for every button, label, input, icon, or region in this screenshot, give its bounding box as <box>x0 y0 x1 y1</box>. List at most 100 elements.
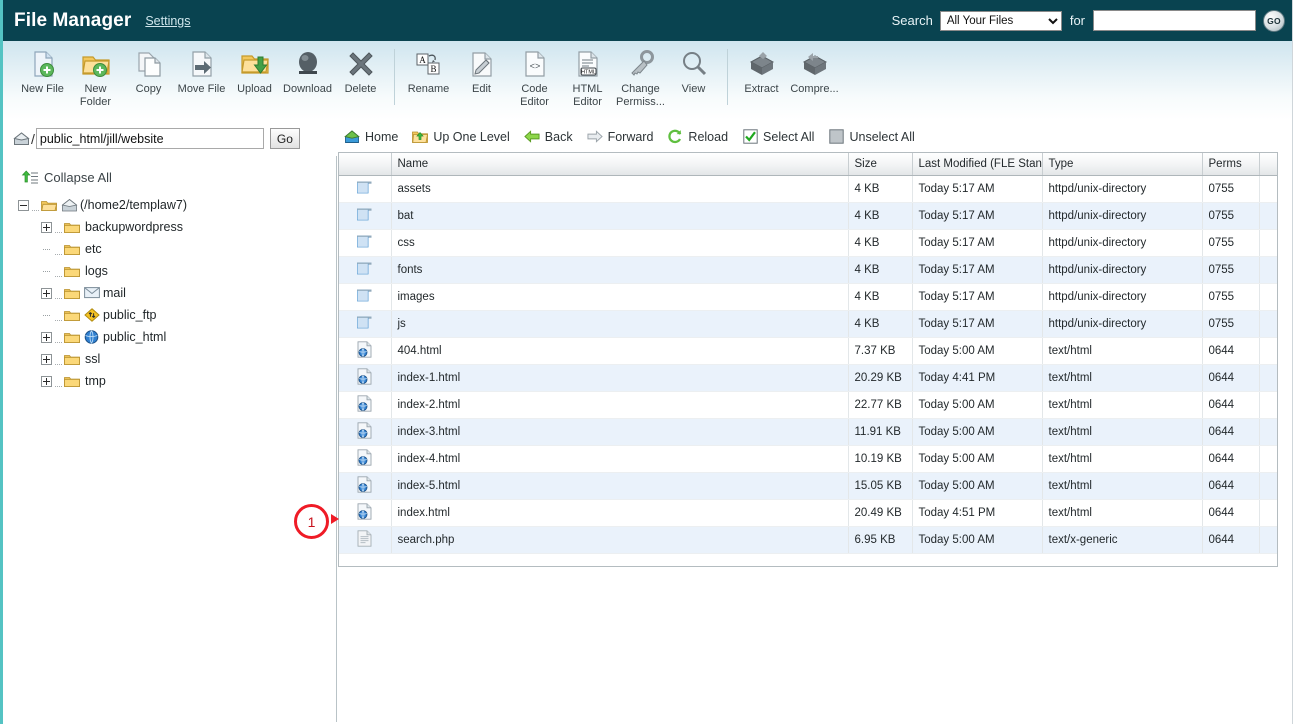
cell-type: text/html <box>1042 445 1203 473</box>
toolbar-code-editor[interactable]: <> Code Editor <box>508 41 561 108</box>
cell-last-modified: Today 5:00 AM <box>912 391 1043 419</box>
cell-last-modified: Today 5:17 AM <box>912 202 1043 230</box>
column-header-last-modified[interactable]: Last Modified (FLE Stand <box>912 153 1043 176</box>
nav-up-one-level[interactable]: Up One Level <box>412 129 510 145</box>
toolbar-change-permissions[interactable]: Change Permiss... <box>614 41 667 108</box>
main-toolbar: New File New Folder Copy Move File Uploa… <box>3 41 1292 121</box>
cell-extra <box>1259 337 1277 365</box>
nav-home[interactable]: Home <box>344 129 398 145</box>
cell-extra <box>1259 364 1277 392</box>
file-table: Name Size Last Modified (FLE Stand Type … <box>339 153 1277 554</box>
tree-node-backupwordpress[interactable]: backupwordpress <box>3 216 336 238</box>
tree-leaf-marker <box>41 266 52 277</box>
toolbar-rename[interactable]: A B Rename <box>402 41 455 96</box>
nav-unselect-all[interactable]: Unselect All <box>828 129 915 145</box>
toolbar-view[interactable]: View <box>667 41 720 96</box>
tree-leaf-marker <box>41 310 52 321</box>
tree-node-tmp[interactable]: tmp <box>3 370 336 392</box>
tree-node-public-html[interactable]: public_html <box>3 326 336 348</box>
toolbar-upload[interactable]: Upload <box>228 41 281 96</box>
toolbar-extract[interactable]: Extract <box>735 41 788 96</box>
tree-line <box>55 354 62 365</box>
path-slash: / <box>31 130 35 147</box>
tree-node-root[interactable]: (/home2/templaw7) <box>3 194 336 216</box>
nav-reload[interactable]: Reload <box>667 129 728 145</box>
table-row[interactable]: fonts 4 KB Today 5:17 AM httpd/unix-directo… <box>339 256 1277 284</box>
toolbar-new-file[interactable]: New File <box>16 41 69 96</box>
toolbar-compress[interactable]: Compre... <box>788 41 841 96</box>
upload-icon <box>239 48 271 80</box>
table-row[interactable]: assets 4 KB Today 5:17 AM httpd/unix-direct… <box>339 175 1277 203</box>
nav-select-all[interactable]: Select All <box>742 129 814 145</box>
checked-box-icon <box>742 129 758 145</box>
toolbar-label: Download <box>283 83 332 95</box>
cell-type: httpd/unix-directory <box>1042 202 1203 230</box>
settings-link[interactable]: Settings <box>145 14 190 28</box>
table-row[interactable]: bat 4 KB Today 5:17 AM httpd/unix-directory… <box>339 202 1277 230</box>
cell-size: 7.37 KB <box>848 337 913 365</box>
cell-last-modified: Today 5:17 AM <box>912 175 1043 203</box>
column-header-extra[interactable] <box>1259 153 1277 176</box>
nav-back[interactable]: Back <box>524 129 573 145</box>
file-table-container: Name Size Last Modified (FLE Stand Type … <box>338 152 1278 567</box>
column-header-icon[interactable] <box>339 153 392 176</box>
nav-label: Forward <box>607 129 654 144</box>
expand-toggle-icon[interactable] <box>41 353 52 365</box>
table-row[interactable]: index-4.html 10.19 KB Today 5:00 AM text/ht… <box>339 445 1277 473</box>
toolbar-delete[interactable]: Delete <box>334 41 387 96</box>
toolbar-label: Extract <box>744 83 779 95</box>
cell-last-modified: Today 4:51 PM <box>912 499 1043 527</box>
tree-node-mail[interactable]: mail <box>3 282 336 304</box>
html-file-icon <box>339 499 392 527</box>
table-row[interactable]: js 4 KB Today 5:17 AM httpd/unix-directory 0… <box>339 310 1277 338</box>
toolbar-new-folder[interactable]: New Folder <box>69 41 122 108</box>
cell-size: 20.29 KB <box>848 364 913 392</box>
table-row[interactable]: index-5.html 15.05 KB Today 5:00 AM text/ht… <box>339 472 1277 500</box>
expand-toggle-icon[interactable] <box>41 331 52 343</box>
table-row[interactable]: search.php 6.95 KB Today 5:00 AM text/x-gen… <box>339 526 1277 554</box>
cell-last-modified: Today 5:17 AM <box>912 283 1043 311</box>
mail-icon <box>84 286 100 300</box>
table-row[interactable]: images 4 KB Today 5:17 AM httpd/unix-direct… <box>339 283 1277 311</box>
cell-perms: 0644 <box>1202 337 1260 365</box>
tree-node-logs[interactable]: logs <box>3 260 336 282</box>
table-row[interactable]: index-1.html 20.29 KB Today 4:41 PM text/ht… <box>339 364 1277 392</box>
nav-forward[interactable]: Forward <box>587 129 654 145</box>
tree-node-label: (/home2/templaw7) <box>80 198 187 212</box>
table-row[interactable]: index-3.html 11.91 KB Today 5:00 AM text/ht… <box>339 418 1277 446</box>
expand-toggle-icon[interactable] <box>41 221 52 233</box>
cell-last-modified: Today 5:00 AM <box>912 445 1043 473</box>
open-folder-icon <box>41 199 58 212</box>
column-header-type[interactable]: Type <box>1042 153 1203 176</box>
path-go-button[interactable]: Go <box>269 128 300 149</box>
toolbar-move-file[interactable]: Move File <box>175 41 228 96</box>
tree-node-public-ftp[interactable]: public_ftp <box>3 304 336 326</box>
table-row[interactable]: index.html 20.49 KB Today 4:51 PM text/html… <box>339 499 1277 527</box>
table-row[interactable]: index-2.html 22.77 KB Today 5:00 AM text/ht… <box>339 391 1277 419</box>
collapse-toggle-icon[interactable] <box>18 199 29 211</box>
table-row[interactable]: css 4 KB Today 5:17 AM httpd/unix-directory… <box>339 229 1277 257</box>
search-input[interactable] <box>1093 10 1256 31</box>
column-header-size[interactable]: Size <box>848 153 913 176</box>
toolbar-copy[interactable]: Copy <box>122 41 175 96</box>
column-header-name[interactable]: Name <box>391 153 849 176</box>
tree-node-ssl[interactable]: ssl <box>3 348 336 370</box>
toolbar-html-editor[interactable]: HTML HTML Editor <box>561 41 614 108</box>
folder-icon <box>64 243 80 256</box>
expand-toggle-icon[interactable] <box>41 375 52 387</box>
cell-size: 22.77 KB <box>848 391 913 419</box>
tree-node-etc[interactable]: etc <box>3 238 336 260</box>
collapse-all-button[interactable]: Collapse All <box>3 156 336 185</box>
cell-type: text/html <box>1042 391 1203 419</box>
expand-toggle-icon[interactable] <box>41 287 52 299</box>
search-go-button[interactable]: GO <box>1263 9 1285 32</box>
path-input[interactable] <box>35 128 264 149</box>
table-row[interactable]: 404.html 7.37 KB Today 5:00 AM text/html 064… <box>339 337 1277 365</box>
tree-leaf-marker <box>41 244 52 255</box>
toolbar-edit[interactable]: Edit <box>455 41 508 96</box>
search-scope-select[interactable]: All Your Files <box>939 10 1062 31</box>
column-header-perms[interactable]: Perms <box>1202 153 1260 176</box>
folder-icon <box>64 221 80 234</box>
cell-perms: 0755 <box>1202 202 1260 230</box>
toolbar-download[interactable]: Download <box>281 41 334 96</box>
